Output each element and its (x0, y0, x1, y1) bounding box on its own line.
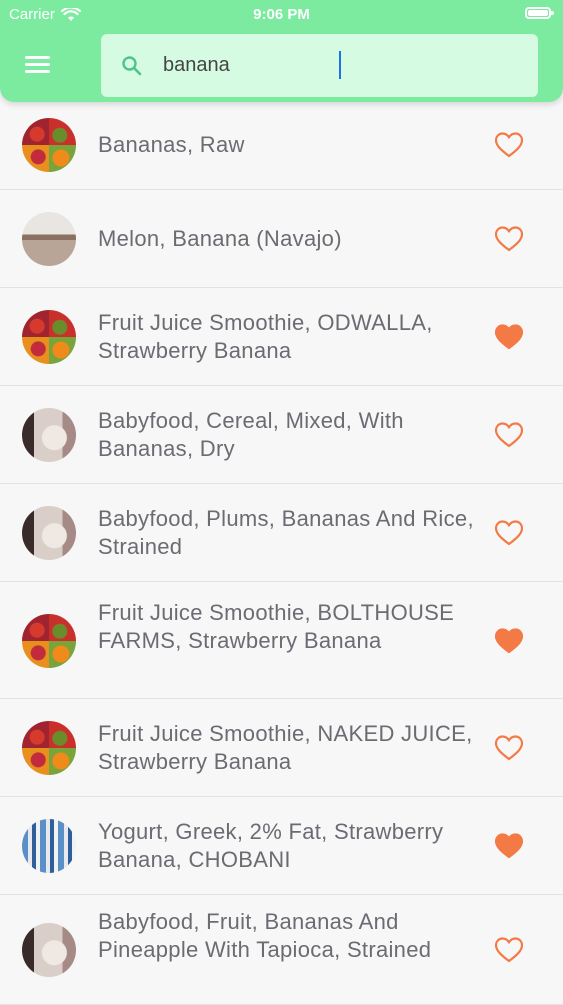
text-caret (339, 51, 341, 79)
food-thumbnail (22, 506, 76, 560)
food-name: Babyfood, Plums, Bananas And Rice, Strai… (98, 506, 474, 559)
food-thumbnail (22, 118, 76, 172)
battery-icon (525, 7, 554, 19)
food-name: Babyfood, Cereal, Mixed, With Bananas, D… (98, 408, 404, 461)
clock: 9:06 PM (253, 6, 310, 23)
food-name: Yogurt, Greek, 2% Fat, Strawberry Banana… (98, 819, 444, 872)
food-name: Melon, Banana (Navajo) (98, 226, 342, 251)
heart-outline-icon[interactable] (495, 226, 523, 252)
list-item[interactable]: Babyfood, Cereal, Mixed, With Bananas, D… (0, 386, 563, 484)
hamburger-menu-icon[interactable] (24, 54, 52, 76)
search-bar[interactable] (101, 34, 538, 97)
list-item[interactable]: Babyfood, Fruit, Bananas And Pineapple W… (0, 895, 563, 1005)
app-header: Carrier 9:06 PM (0, 0, 563, 102)
food-thumbnail (22, 819, 76, 873)
heart-filled-icon[interactable] (495, 324, 523, 350)
list-item[interactable]: Fruit Juice Smoothie, ODWALLA, Strawberr… (0, 288, 563, 386)
heart-outline-icon[interactable] (495, 132, 523, 158)
heart-outline-icon[interactable] (495, 735, 523, 761)
heart-outline-icon[interactable] (495, 937, 523, 963)
food-name: Fruit Juice Smoothie, NAKED JUICE, Straw… (98, 721, 473, 774)
heart-outline-icon[interactable] (495, 520, 523, 546)
search-icon (122, 56, 142, 76)
heart-filled-icon[interactable] (495, 833, 523, 859)
food-name: Babyfood, Fruit, Bananas And Pineapple W… (98, 909, 432, 962)
food-name: Fruit Juice Smoothie, BOLTHOUSE FARMS, S… (98, 599, 455, 653)
list-item[interactable]: Fruit Juice Smoothie, NAKED JUICE, Straw… (0, 699, 563, 797)
food-thumbnail (22, 613, 76, 668)
list-item[interactable]: Yogurt, Greek, 2% Fat, Strawberry Banana… (0, 797, 563, 895)
food-thumbnail (22, 721, 76, 775)
list-item[interactable]: Melon, Banana (Navajo) (0, 190, 563, 288)
search-input[interactable] (163, 48, 513, 82)
list-item[interactable]: Babyfood, Plums, Bananas And Rice, Strai… (0, 484, 563, 582)
food-name: Bananas, Raw (98, 132, 245, 157)
status-bar: Carrier 9:06 PM (0, 0, 563, 30)
food-thumbnail (22, 310, 76, 364)
heart-filled-icon[interactable] (495, 627, 523, 654)
list-item[interactable]: Bananas, Raw (0, 92, 563, 190)
results-list: Bananas, Raw Melon, Banana (Navajo) Fruit … (0, 92, 563, 1005)
list-item[interactable]: Fruit Juice Smoothie, BOLTHOUSE FARMS, S… (0, 582, 563, 699)
food-thumbnail (22, 923, 76, 977)
food-name: Fruit Juice Smoothie, ODWALLA, Strawberr… (98, 310, 433, 363)
food-thumbnail (22, 212, 76, 266)
heart-outline-icon[interactable] (495, 422, 523, 448)
food-thumbnail (22, 408, 76, 462)
